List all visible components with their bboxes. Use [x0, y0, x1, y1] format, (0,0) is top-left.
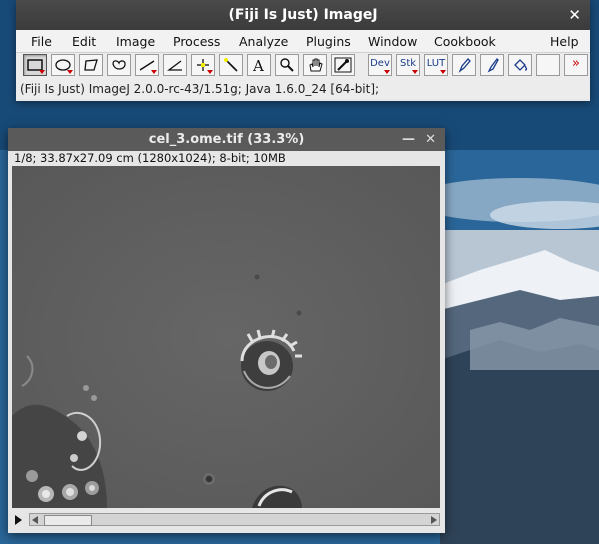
empty-tool-slot[interactable]	[536, 54, 560, 76]
freehand-tool-button[interactable]	[107, 54, 131, 76]
brush-icon	[487, 58, 499, 73]
wand-icon	[224, 58, 238, 72]
arrow-right-icon[interactable]	[431, 516, 437, 524]
image-info: 1/8; 33.87x27.09 cm (1280x1024); 8-bit; …	[14, 151, 286, 165]
menu-help[interactable]: Help	[550, 34, 579, 49]
stk-button[interactable]: Stk	[396, 54, 420, 76]
menu-cookbook[interactable]: Cookbook	[434, 34, 496, 49]
svg-text:A: A	[252, 57, 264, 73]
imagej-main-window: (Fiji Is Just) ImageJ ✕ File Edit Image …	[16, 0, 590, 101]
lut-button[interactable]: LUT	[424, 54, 448, 76]
more-tools-button[interactable]: »	[564, 54, 588, 76]
toolbar: A Dev Stk LUT »	[16, 52, 590, 79]
dropper-icon	[334, 57, 352, 73]
polygon-tool-button[interactable]	[79, 54, 103, 76]
line-tool-button[interactable]	[135, 54, 159, 76]
angle-icon	[167, 60, 182, 71]
menu-process[interactable]: Process	[173, 34, 220, 49]
status-bar: (Fiji Is Just) ImageJ 2.0.0-rc-43/1.51g;…	[16, 79, 590, 99]
dropper-tool-button[interactable]	[331, 54, 355, 76]
paint-bucket-icon	[514, 59, 528, 71]
minimize-icon[interactable]: —	[402, 128, 415, 151]
brush-tool-button[interactable]	[480, 54, 504, 76]
dev-button[interactable]: Dev	[368, 54, 392, 76]
menu-window[interactable]: Window	[368, 34, 417, 49]
scrollbar-track[interactable]	[29, 513, 440, 526]
rectangle-tool-button[interactable]	[23, 54, 47, 76]
wand-tool-button[interactable]	[219, 54, 243, 76]
image-titlebar[interactable]: cel_3.ome.tif (33.3%) — ✕	[8, 128, 445, 151]
text-tool-button[interactable]: A	[247, 54, 271, 76]
menu-analyze[interactable]: Analyze	[239, 34, 288, 49]
freehand-icon	[112, 60, 126, 70]
hand-icon	[309, 58, 323, 72]
pencil-tool-button[interactable]	[452, 54, 476, 76]
image-window: cel_3.ome.tif (33.3%) — ✕ 1/8; 33.87x27.…	[8, 128, 445, 533]
close-icon[interactable]: ✕	[425, 128, 436, 151]
menu-file[interactable]: File	[31, 34, 52, 49]
angle-tool-button[interactable]	[163, 54, 187, 76]
imagej-titlebar[interactable]: (Fiji Is Just) ImageJ ✕	[16, 0, 590, 30]
image-title: cel_3.ome.tif (33.3%)	[148, 132, 305, 147]
menubar: File Edit Image Process Analyze Plugins …	[16, 30, 590, 52]
lut-label: LUT	[426, 58, 446, 69]
menu-edit[interactable]: Edit	[72, 34, 96, 49]
menu-plugins[interactable]: Plugins	[306, 34, 351, 49]
magnifier-tool-button[interactable]	[275, 54, 299, 76]
menu-image[interactable]: Image	[116, 34, 155, 49]
play-icon[interactable]	[15, 515, 22, 525]
imagej-title: (Fiji Is Just) ImageJ	[228, 7, 378, 23]
close-icon[interactable]: ✕	[568, 0, 581, 30]
text-tool-icon: A	[252, 57, 264, 73]
pencil-icon	[458, 58, 471, 73]
magnifier-icon	[280, 58, 294, 72]
stk-label: Stk	[399, 58, 417, 69]
scrollbar-thumb[interactable]	[44, 515, 92, 526]
hand-tool-button[interactable]	[303, 54, 327, 76]
image-canvas[interactable]	[12, 166, 440, 508]
slice-scrollbar[interactable]	[12, 512, 440, 528]
point-tool-button[interactable]	[191, 54, 215, 76]
dev-label: Dev	[370, 58, 390, 69]
oval-tool-button[interactable]	[51, 54, 75, 76]
flood-fill-tool-button[interactable]	[508, 54, 532, 76]
polygon-icon	[84, 59, 98, 71]
arrow-left-icon[interactable]	[32, 516, 38, 524]
chevron-right-double-icon: »	[572, 56, 580, 71]
